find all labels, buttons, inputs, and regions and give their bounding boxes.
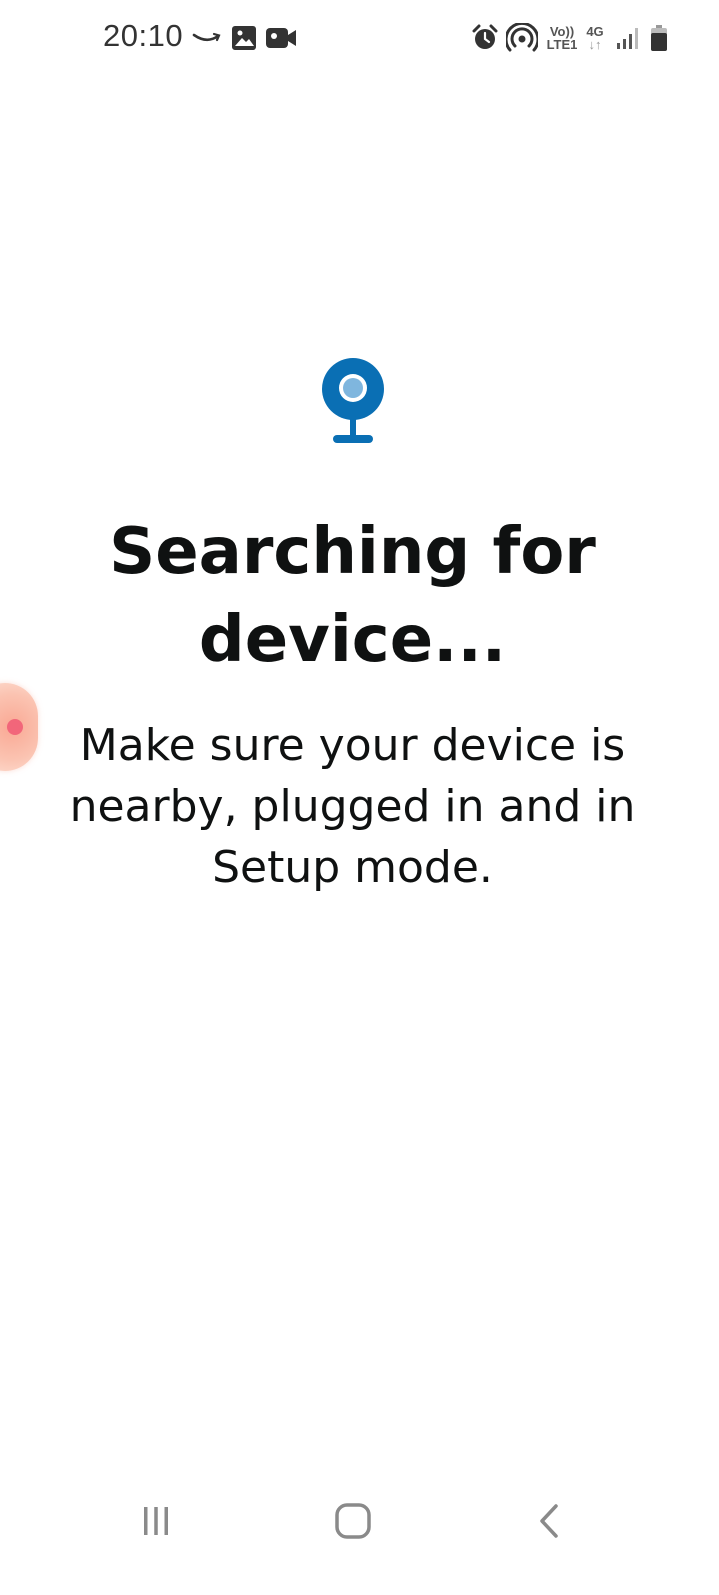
navigation-bar <box>0 1480 719 1595</box>
battery-icon <box>648 22 670 54</box>
video-camera-icon <box>264 22 298 54</box>
back-icon <box>540 1504 558 1538</box>
image-icon <box>230 22 258 54</box>
status-bar: 20:10 Vo)) LTE1 4G ↓↑ <box>0 0 719 78</box>
floating-assistant-bubble[interactable] <box>0 683 38 771</box>
page-title: Searching for device... <box>40 508 665 684</box>
hotspot-icon <box>505 22 539 54</box>
floating-bubble-dot <box>7 719 23 735</box>
alarm-icon <box>470 22 500 54</box>
home-icon <box>335 1503 371 1539</box>
signal-icon <box>614 22 640 54</box>
volte-icon: Vo)) LTE1 <box>544 25 580 51</box>
title-line-2: device... <box>198 603 507 677</box>
title-line-1: Searching for <box>109 515 596 589</box>
volte-bottom-label: LTE1 <box>546 37 578 52</box>
network-arrows: ↓↑ <box>588 37 602 52</box>
4g-data-icon: 4G ↓↑ <box>582 25 608 51</box>
amazon-smile-icon <box>190 22 224 54</box>
home-button[interactable] <box>323 1498 383 1544</box>
back-button[interactable] <box>520 1498 580 1544</box>
instruction-text: Make sure your device is nearby, plugged… <box>40 715 665 898</box>
status-time: 20:10 <box>103 18 184 53</box>
instruction-line-1: Make sure your device is <box>79 720 626 771</box>
instruction-line-2: nearby, plugged in and in <box>69 781 636 832</box>
instruction-line-3: Setup mode. <box>212 842 493 893</box>
camera-device-icon <box>318 355 388 447</box>
recent-apps-button[interactable] <box>126 1498 186 1544</box>
recent-apps-icon <box>144 1507 168 1535</box>
screen: 20:10 Vo)) LTE1 4G ↓↑ Searching for devi… <box>0 0 719 1595</box>
